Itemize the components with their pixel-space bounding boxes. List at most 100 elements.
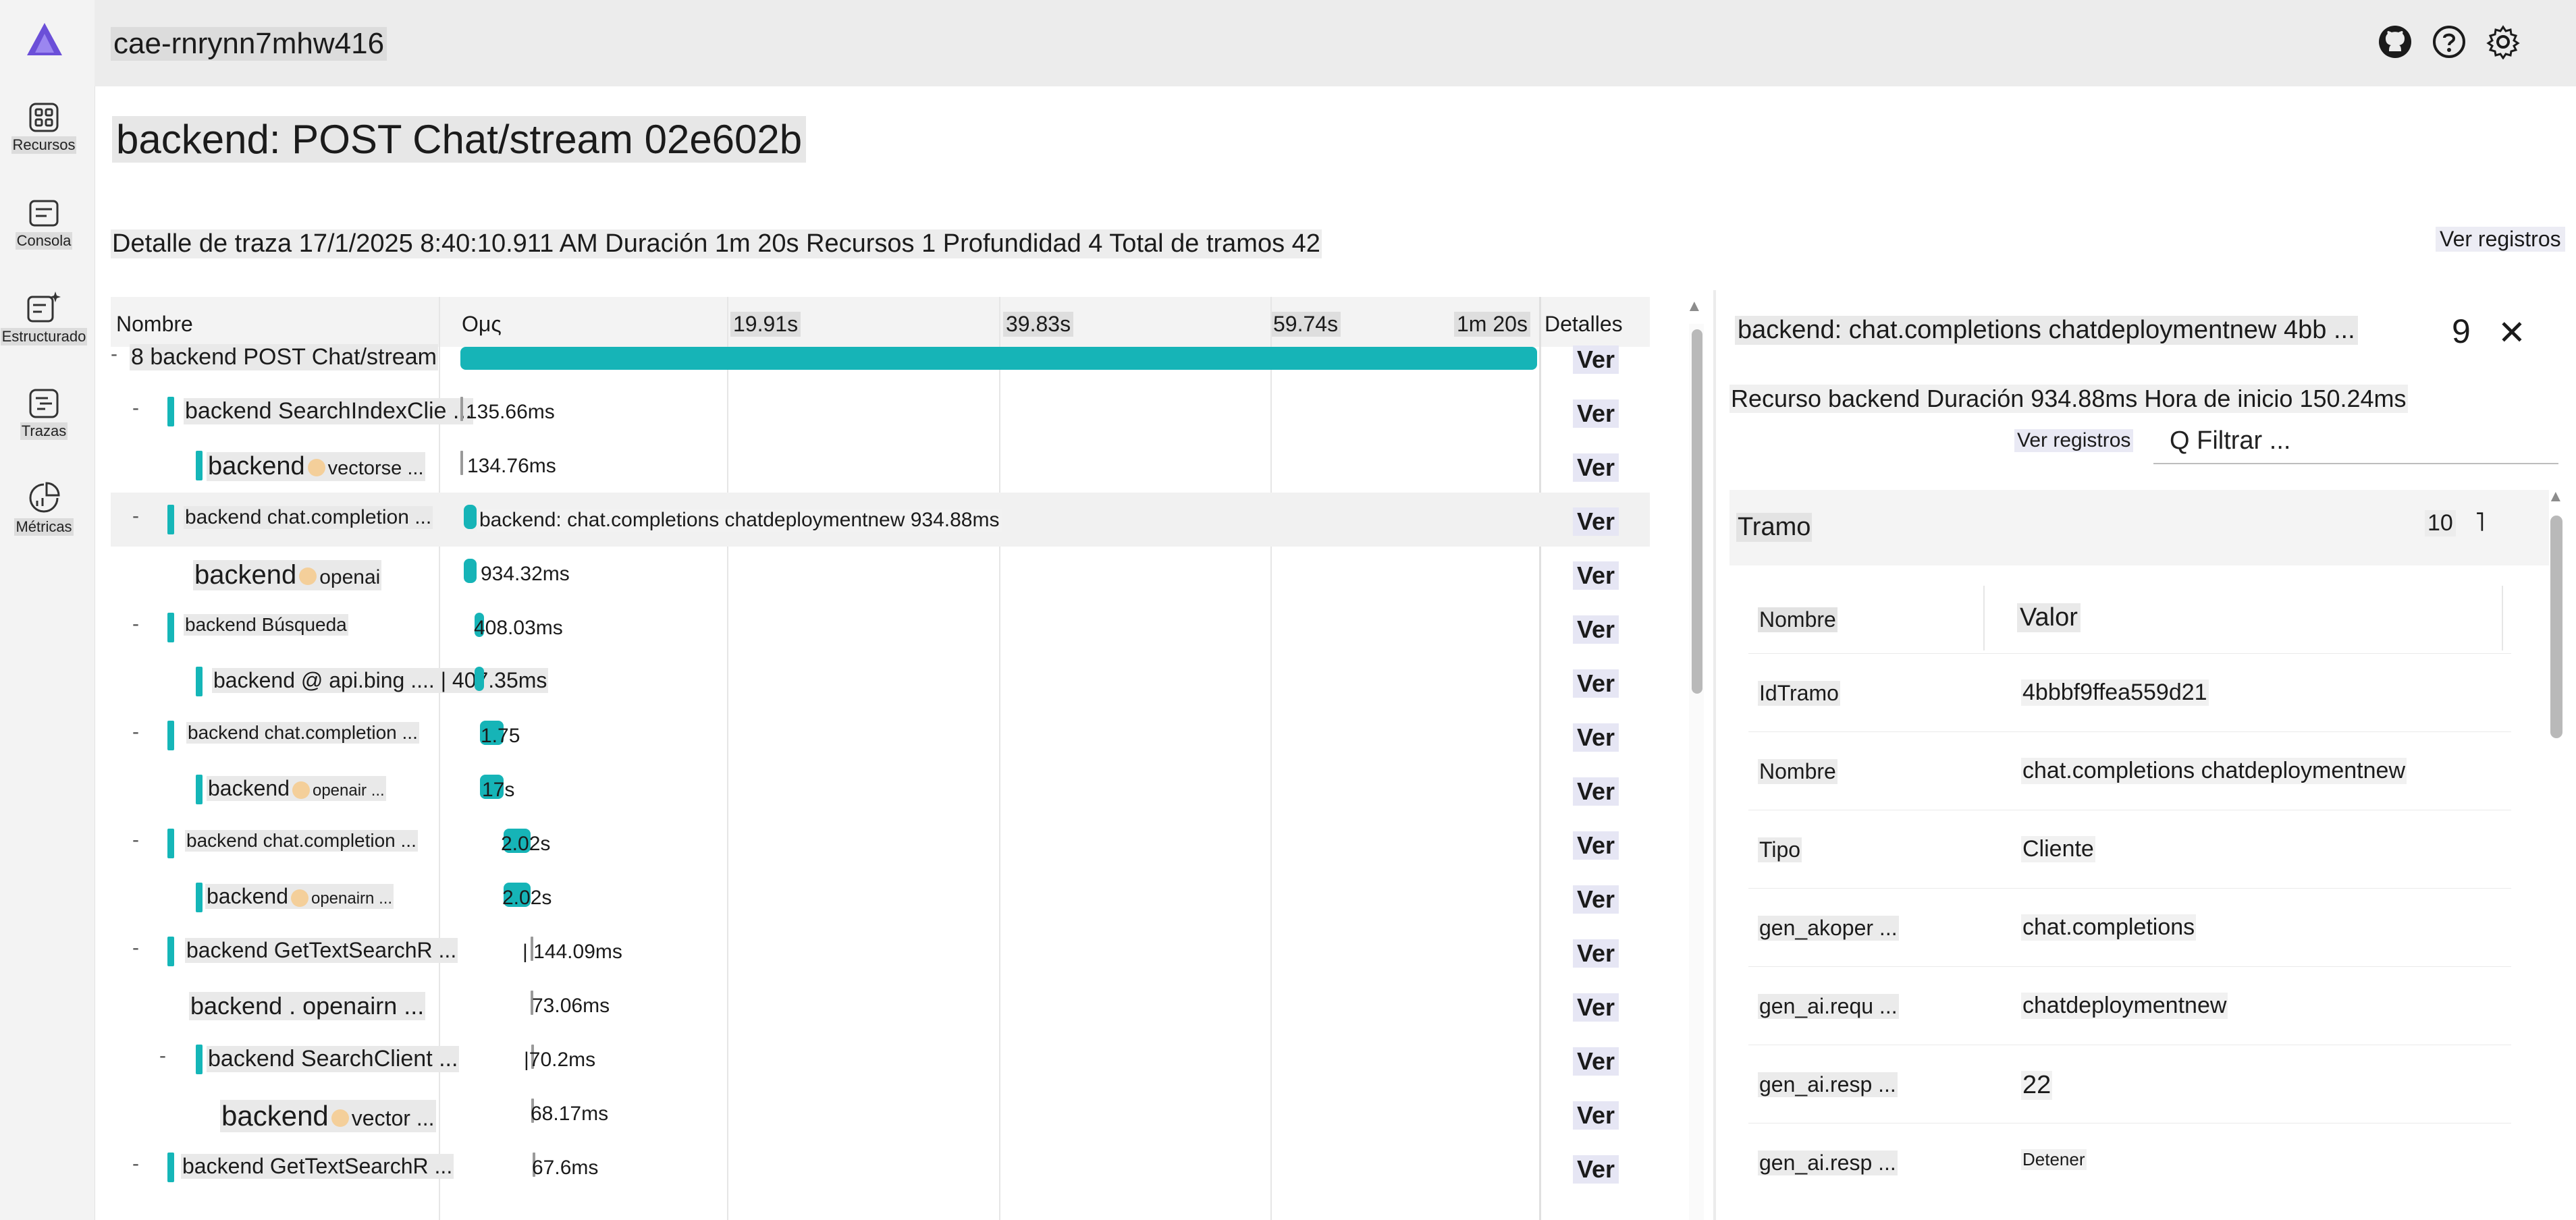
trace-row[interactable]: - backend GetTextSearchR ... | 144.09ms Ver bbox=[111, 924, 1650, 978]
app-name: cae-rnrynn7mhw416 bbox=[111, 27, 387, 61]
span-color-marker bbox=[196, 883, 203, 912]
expand-toggle[interactable]: - bbox=[132, 505, 139, 528]
expand-toggle[interactable]: - bbox=[132, 613, 139, 636]
span-duration-label: 2.02s bbox=[501, 833, 551, 855]
span-name: backend chat.completion ... bbox=[185, 830, 418, 852]
attribute-key: Tipo bbox=[1758, 837, 1802, 862]
attribute-key: gen_ai.requ ... bbox=[1758, 994, 1899, 1019]
trace-row[interactable]: backend openair ... 17s Ver bbox=[111, 762, 1650, 816]
trace-row[interactable]: backend @ api.bing .... | 407.35ms Ver bbox=[111, 655, 1650, 709]
column-divider bbox=[2502, 586, 2503, 650]
span-color-marker bbox=[167, 505, 174, 534]
attribute-row[interactable]: gen_ai.resp ... Detener bbox=[1748, 1123, 2511, 1202]
panel-summary: Recurso backend Duración 934.88ms Hora d… bbox=[1729, 385, 2408, 413]
expand-toggle[interactable]: - bbox=[132, 937, 139, 960]
span-duration-label: 2.02s bbox=[502, 887, 552, 909]
rail-item-structured[interactable]: Estructurado bbox=[0, 289, 88, 345]
expand-toggle[interactable]: - bbox=[111, 343, 117, 366]
console-icon bbox=[29, 200, 59, 227]
trace-row[interactable]: backend vectorse ... 134.76ms Ver bbox=[111, 439, 1650, 493]
rail-label-metrics: Métricas bbox=[14, 518, 74, 536]
rail-item-resources[interactable]: Recursos bbox=[0, 101, 88, 154]
panel-scrollbar-thumb[interactable] bbox=[2550, 516, 2562, 738]
trace-row[interactable]: backend openai 934.32ms Ver bbox=[111, 547, 1650, 601]
span-duration-label: 67.6ms bbox=[532, 1157, 599, 1179]
close-icon[interactable]: ✕ bbox=[2498, 313, 2526, 352]
trace-row[interactable]: -8 backend POST Chat/stream Ver bbox=[111, 331, 1650, 385]
help-icon[interactable] bbox=[2432, 24, 2467, 63]
trace-row[interactable]: - backend GetTextSearchR ... 67.6ms Ver bbox=[111, 1140, 1650, 1194]
trace-row[interactable]: backend vector ... 68.17ms Ver bbox=[111, 1086, 1650, 1140]
view-details-button[interactable]: Ver bbox=[1573, 453, 1619, 482]
attribute-row[interactable]: Tipo Cliente bbox=[1748, 810, 2511, 889]
span-duration-label: | 144.09ms bbox=[522, 941, 622, 963]
trace-row[interactable]: - backend chat.completion ... 2.02s Ver bbox=[111, 816, 1650, 870]
view-details-button[interactable]: Ver bbox=[1573, 507, 1619, 536]
scroll-up-arrow-icon[interactable]: ▲ bbox=[1686, 297, 1702, 316]
span-duration-label: 1.75 bbox=[481, 725, 520, 747]
span-service: backend bbox=[208, 452, 305, 480]
span-operation: openai bbox=[319, 566, 381, 588]
trace-row[interactable]: backend . openairn ... 73.06ms Ver bbox=[111, 978, 1650, 1032]
span-duration-bar[interactable] bbox=[460, 347, 1537, 370]
view-details-button[interactable]: Ver bbox=[1573, 345, 1619, 374]
attribute-row[interactable]: gen_akoper ... chat.completions bbox=[1748, 888, 2511, 967]
settings-gear-icon[interactable] bbox=[2486, 24, 2521, 63]
span-duration-bar[interactable] bbox=[463, 505, 477, 529]
view-details-button[interactable]: Ver bbox=[1573, 615, 1619, 644]
trace-row[interactable]: - backend chat.completion ... 1.75 Ver bbox=[111, 709, 1650, 762]
view-details-button[interactable]: Ver bbox=[1573, 723, 1619, 752]
view-details-button[interactable]: Ver bbox=[1573, 669, 1619, 698]
status-dot-icon bbox=[290, 889, 308, 907]
rail-item-traces[interactable]: Trazas bbox=[0, 387, 88, 440]
github-icon[interactable] bbox=[2378, 24, 2413, 63]
filter-input[interactable]: Q Filtrar ... bbox=[2153, 417, 2558, 464]
scrollbar-thumb[interactable] bbox=[1692, 329, 1702, 694]
view-details-button[interactable]: Ver bbox=[1573, 1047, 1619, 1076]
trace-row[interactable]: - backend SearchIndexClie ... 135.66ms Ver bbox=[111, 385, 1650, 439]
view-details-button[interactable]: Ver bbox=[1573, 561, 1619, 590]
view-details-button[interactable]: Ver bbox=[1573, 1155, 1619, 1184]
collapse-chevron-icon[interactable]: ˥ bbox=[2475, 507, 2485, 538]
expand-toggle[interactable]: - bbox=[132, 721, 139, 744]
panel-scroll-up-arrow-icon[interactable]: ▲ bbox=[2548, 487, 2564, 506]
trace-row[interactable]: - backend SearchClient ... |70.2ms Ver bbox=[111, 1032, 1650, 1086]
panel-view-logs-link[interactable]: Ver registros bbox=[2014, 429, 2134, 452]
expand-toggle[interactable]: - bbox=[132, 397, 139, 420]
expand-toggle[interactable]: - bbox=[159, 1045, 166, 1068]
span-duration-label: 134.76ms bbox=[467, 455, 556, 477]
span-duration-label: 68.17ms bbox=[531, 1103, 609, 1125]
attribute-row[interactable]: Nombre chat.completions chatdeploymentnew bbox=[1748, 731, 2511, 810]
view-details-button[interactable]: Ver bbox=[1573, 1101, 1619, 1130]
span-duration-bar[interactable] bbox=[460, 397, 463, 421]
attr-header-value: Valor bbox=[2017, 603, 2081, 632]
trace-row[interactable]: - backend chat.completion ... backend: cha… bbox=[111, 493, 1650, 547]
span-duration-bar[interactable] bbox=[474, 667, 484, 691]
view-details-button[interactable]: Ver bbox=[1573, 885, 1619, 914]
view-details-button[interactable]: Ver bbox=[1573, 831, 1619, 860]
attr-header-name: Nombre bbox=[1758, 607, 1837, 632]
attribute-value: Detener bbox=[2021, 1149, 2087, 1170]
view-details-button[interactable]: Ver bbox=[1573, 939, 1619, 968]
span-name: backend SearchIndexClie ... bbox=[184, 398, 474, 424]
status-dot-icon bbox=[307, 458, 325, 476]
view-details-button[interactable]: Ver bbox=[1573, 993, 1619, 1022]
rail-item-console[interactable]: Consola bbox=[0, 197, 88, 250]
span-name: backend GetTextSearchR ... bbox=[181, 1154, 454, 1179]
expand-toggle[interactable]: - bbox=[132, 1153, 139, 1175]
span-duration-label: |70.2ms bbox=[524, 1049, 596, 1071]
app-logo-icon[interactable] bbox=[26, 22, 63, 60]
attribute-row[interactable]: gen_ai.resp ... 22 bbox=[1748, 1045, 2511, 1124]
view-details-button[interactable]: Ver bbox=[1573, 777, 1619, 806]
span-duration-bar[interactable] bbox=[463, 559, 477, 583]
trace-row[interactable]: - backend Búsqueda 408.03ms Ver bbox=[111, 601, 1650, 655]
expand-toggle[interactable]: - bbox=[132, 829, 139, 852]
trace-row[interactable]: backend openairn ... 2.02s Ver bbox=[111, 870, 1650, 924]
attribute-row[interactable]: gen_ai.requ ... chatdeploymentnew bbox=[1748, 966, 2511, 1045]
attribute-row[interactable]: IdTramo 4bbbf9ffea559d21 bbox=[1748, 653, 2511, 732]
view-details-button[interactable]: Ver bbox=[1573, 399, 1619, 428]
span-operation: openairn ... bbox=[311, 889, 393, 908]
rail-item-metrics[interactable]: Métricas bbox=[0, 480, 88, 536]
view-logs-link[interactable]: Ver registros bbox=[2436, 227, 2565, 252]
span-duration-bar[interactable] bbox=[460, 451, 463, 475]
